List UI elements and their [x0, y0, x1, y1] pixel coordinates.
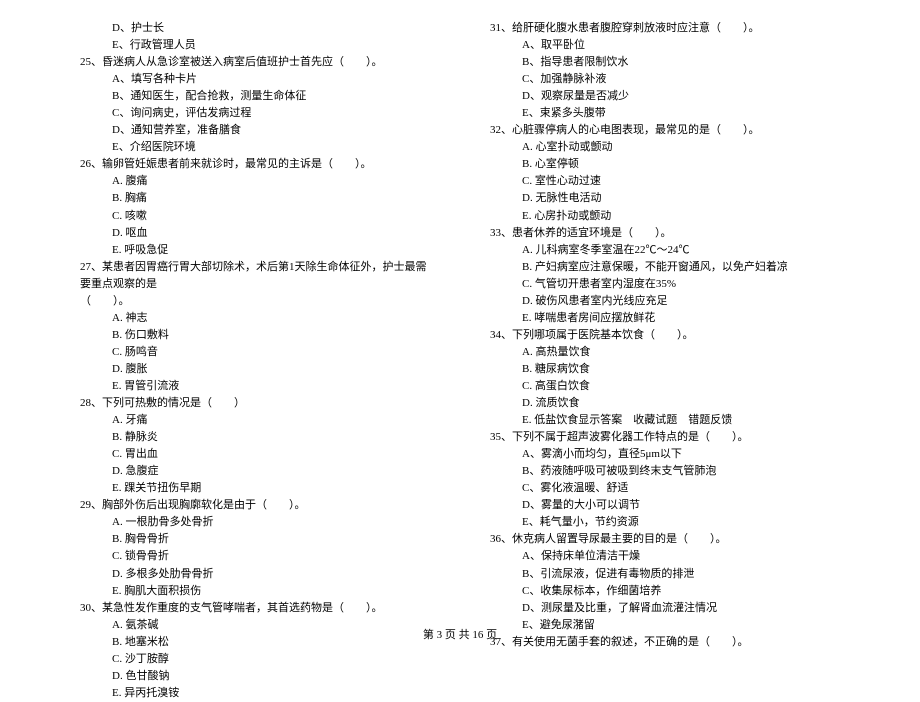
option-text: C、收集尿标本，作细菌培养: [490, 583, 840, 600]
option-text: D. 呕血: [80, 225, 430, 242]
option-text: B. 糖尿病饮食: [490, 361, 840, 378]
option-text: A、取平卧位: [490, 37, 840, 54]
option-text: C、询问病史，评估发病过程: [80, 105, 430, 122]
option-text: C. 肠鸣音: [80, 344, 430, 361]
left-column: D、护士长E、行政管理人员25、昏迷病人从急诊室被送入病室后值班护士首先应（ ）…: [80, 20, 430, 595]
option-text: C、加强静脉补液: [490, 71, 840, 88]
question-text: 29、胸部外伤后出现胸廓软化是由于（ ）。: [80, 497, 430, 514]
option-text: B、通知医生，配合抢救，测量生命体征: [80, 88, 430, 105]
option-text: D. 色甘酸钠: [80, 668, 430, 685]
question-text: 33、患者休养的适宜环境是（ ）。: [490, 225, 840, 242]
option-text: D、护士长: [80, 20, 430, 37]
question-text: 27、某患者因胃癌行胃大部切除术，术后第1天除生命体征外，护士最需要重点观察的是: [80, 259, 430, 293]
option-text: A、雾滴小而均匀，直径5μm以下: [490, 446, 840, 463]
option-text: E. 胸肌大面积损伤: [80, 583, 430, 600]
option-text: B. 产妇病室应注意保暖，不能开窗通风，以免产妇着凉: [490, 259, 840, 276]
option-text: A、填写各种卡片: [80, 71, 430, 88]
option-text: E. 哮喘患者房间应摆放鲜花: [490, 310, 840, 327]
option-text: A. 心室扑动或颤动: [490, 139, 840, 156]
option-text: E. 踝关节扭伤早期: [80, 480, 430, 497]
option-text: D. 急腹症: [80, 463, 430, 480]
option-text: E. 异丙托溴铵: [80, 685, 430, 702]
option-text: A. 牙痛: [80, 412, 430, 429]
question-text: 35、下列不属于超声波雾化器工作特点的是（ ）。: [490, 429, 840, 446]
option-text: A. 一根肋骨多处骨折: [80, 514, 430, 531]
option-text: A、保持床单位清洁干燥: [490, 548, 840, 565]
question-text: 34、下列哪项属于医院基本饮食（ ）。: [490, 327, 840, 344]
question-text: （ ）。: [80, 293, 430, 310]
option-text: D、观察尿量是否减少: [490, 88, 840, 105]
option-text: C. 咳嗽: [80, 208, 430, 225]
option-text: E. 胃管引流液: [80, 378, 430, 395]
question-text: 26、输卵管妊娠患者前来就诊时，最常见的主诉是（ ）。: [80, 156, 430, 173]
page-footer: 第 3 页 共 16 页: [0, 626, 920, 642]
option-text: D. 流质饮食: [490, 395, 840, 412]
option-text: E、介绍医院环境: [80, 139, 430, 156]
option-text: A. 神志: [80, 310, 430, 327]
option-text: C. 锁骨骨折: [80, 548, 430, 565]
right-column: 31、给肝硬化腹水患者腹腔穿刺放液时应注意（ ）。A、取平卧位B、指导患者限制饮…: [490, 20, 840, 595]
option-text: E、行政管理人员: [80, 37, 430, 54]
option-text: D. 无脉性电活动: [490, 190, 840, 207]
option-text: B. 胸骨骨折: [80, 531, 430, 548]
option-text: A. 儿科病室冬季室温在22℃～24℃: [490, 242, 840, 259]
option-text: D. 多根多处肋骨骨折: [80, 566, 430, 583]
option-text: A. 腹痛: [80, 173, 430, 190]
option-text: D、测尿量及比重，了解肾血流灌注情况: [490, 600, 840, 617]
option-text: C. 沙丁胺醇: [80, 651, 430, 668]
option-text: C. 气管切开患者室内湿度在35%: [490, 276, 840, 293]
question-text: 30、某急性发作重度的支气管哮喘者，其首选药物是（ ）。: [80, 600, 430, 617]
option-text: E、耗气量小，节约资源: [490, 514, 840, 531]
option-text: B. 静脉炎: [80, 429, 430, 446]
option-text: C. 胃出血: [80, 446, 430, 463]
option-text: B、指导患者限制饮水: [490, 54, 840, 71]
question-text: 31、给肝硬化腹水患者腹腔穿刺放液时应注意（ ）。: [490, 20, 840, 37]
option-text: C、雾化液温暖、舒适: [490, 480, 840, 497]
option-text: E、束紧多头腹带: [490, 105, 840, 122]
option-text: D. 破伤风患者室内光线应充足: [490, 293, 840, 310]
question-text: 28、下列可热敷的情况是（ ）: [80, 395, 430, 412]
question-text: 25、昏迷病人从急诊室被送入病室后值班护士首先应（ ）。: [80, 54, 430, 71]
option-text: B、药液随呼吸可被吸到终末支气管肺泡: [490, 463, 840, 480]
option-text: B. 胸痛: [80, 190, 430, 207]
option-text: A. 高热量饮食: [490, 344, 840, 361]
option-text: D、通知营养室，准备膳食: [80, 122, 430, 139]
option-text: D. 腹胀: [80, 361, 430, 378]
option-text: B. 心室停顿: [490, 156, 840, 173]
option-text: C. 高蛋白饮食: [490, 378, 840, 395]
option-text: E. 呼吸急促: [80, 242, 430, 259]
question-text: 36、休克病人留置导尿最主要的目的是（ ）。: [490, 531, 840, 548]
option-text: C. 室性心动过速: [490, 173, 840, 190]
option-text: E. 低盐饮食显示答案 收藏试题 错题反馈: [490, 412, 840, 429]
question-text: 32、心脏骤停病人的心电图表现，最常见的是（ ）。: [490, 122, 840, 139]
option-text: B、引流尿液，促进有毒物质的排泄: [490, 566, 840, 583]
option-text: B. 伤口敷料: [80, 327, 430, 344]
option-text: E. 心房扑动或颤动: [490, 208, 840, 225]
option-text: D、雾量的大小可以调节: [490, 497, 840, 514]
